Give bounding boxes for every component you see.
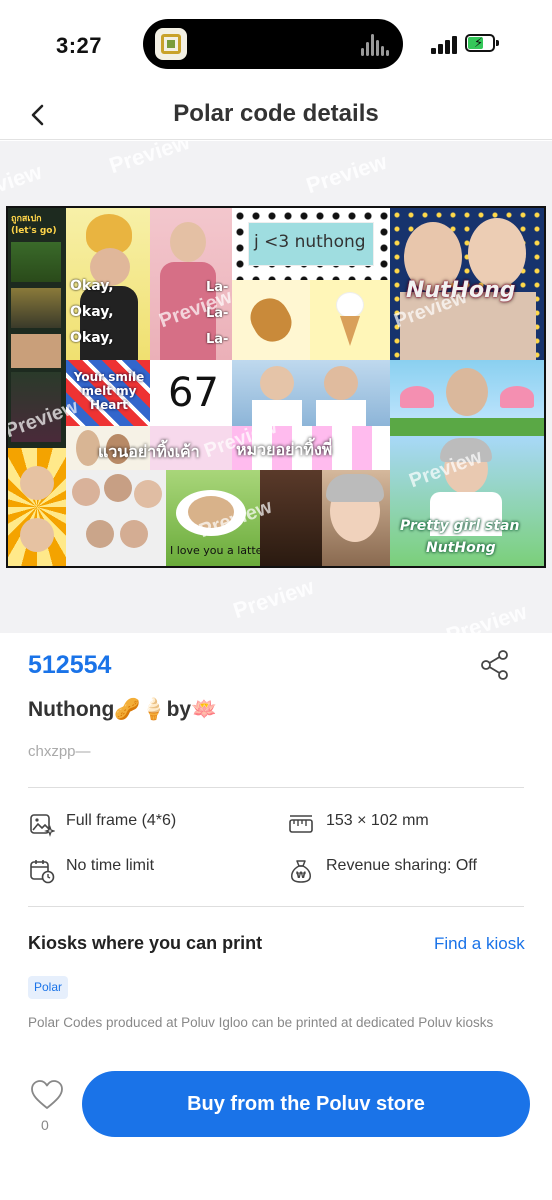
svg-text:₩: ₩ [296, 871, 306, 881]
kiosks-heading: Kiosks where you can print [28, 933, 263, 953]
collage-okay-text: Okay, [70, 278, 114, 294]
polar-code-number: 512554 [28, 651, 112, 679]
collage-tile-uniform [232, 360, 390, 426]
collage-tile-dots: j <3 nuthong [232, 208, 390, 280]
find-kiosk-link[interactable]: Find a kiosk [434, 934, 525, 954]
preview-watermark: Preview [0, 158, 45, 209]
buy-button[interactable]: Buy from the Poluv store [82, 1071, 530, 1137]
collage-number-text: 67 [168, 370, 219, 416]
preview-watermark: Preview [106, 141, 193, 179]
battery-icon: ⚡ [465, 34, 499, 52]
like-count: 0 [41, 1117, 49, 1133]
collage-tile-lotus [390, 360, 544, 436]
page-title: Polar code details [173, 100, 379, 127]
app-thumbnail-icon [155, 28, 187, 60]
collage-latte-text: I love you a latte. [170, 544, 260, 557]
kiosk-note: Polar Codes produced at Poluv Igloo can … [28, 1015, 494, 1030]
polar-code-name: Nuthong🥜🍦by🪷 [28, 698, 218, 721]
status-bar: 3:27 ⚡ [0, 0, 552, 90]
heart-icon[interactable] [29, 1078, 65, 1112]
collage-tile-okay: Okay, Okay, Okay, [66, 208, 150, 360]
collage-tile-lala: La- La- La- [150, 208, 232, 360]
preview-watermark: Preview [230, 573, 317, 624]
spec-revenue: Revenue sharing: Off [326, 857, 477, 874]
preview-area: Preview Preview Preview Preview Preview … [0, 141, 552, 633]
collage-smile-text: Your smile melt my Heart [73, 370, 145, 412]
dynamic-island [143, 19, 403, 69]
calendar-clock-icon [30, 860, 55, 884]
collage-thai-left-text: แวนอย่าทิ้งเค้า [98, 442, 200, 461]
divider [28, 906, 524, 907]
collage-tile-nuthong: NutHong [390, 208, 544, 360]
status-time: 3:27 [56, 33, 103, 58]
cellular-signal-icon [431, 36, 459, 54]
collage-tile-group [66, 470, 166, 566]
image-sparkle-icon [30, 814, 55, 837]
divider [28, 787, 524, 788]
collage-nuthong-label: j <3 nuthong [254, 232, 366, 252]
money-bag-icon: ₩ [291, 860, 311, 883]
collage-note-text: ถูกสเปก [11, 214, 42, 224]
collage-tile-peanut [232, 280, 310, 360]
share-icon[interactable] [480, 649, 510, 681]
collage-pretty-text: Pretty girl stan [400, 518, 520, 534]
collage-lala-text: La- [206, 332, 229, 347]
collage-okay-text: Okay, [70, 330, 114, 346]
spec-size: 153 × 102 mm [326, 812, 429, 829]
spec-time: No time limit [66, 857, 155, 874]
spec-frame: Full frame (4*6) [66, 812, 177, 829]
kiosk-type-badge: Polar [28, 976, 69, 999]
preview-watermark: Preview [443, 598, 530, 633]
collage-okay-text: Okay, [70, 304, 114, 320]
author-name[interactable]: chxzpp— [28, 743, 91, 760]
collage-pretty-sub: NutHong [426, 540, 496, 556]
collage-note-text: (let's go) [11, 226, 57, 236]
collage-tile-icecream [310, 280, 390, 360]
audio-waveform-icon [361, 32, 391, 56]
ruler-icon [289, 815, 313, 833]
collage-tile-kid [8, 448, 66, 566]
polar-code-image: ถูกสเปก (let's go) Okay, Okay, Okay, You… [6, 206, 546, 568]
collage-tile-portrait [260, 470, 390, 566]
nav-bar: Polar code details [0, 90, 552, 140]
collage-tile-67: 67 [150, 360, 232, 426]
preview-watermark: Preview [303, 148, 390, 199]
